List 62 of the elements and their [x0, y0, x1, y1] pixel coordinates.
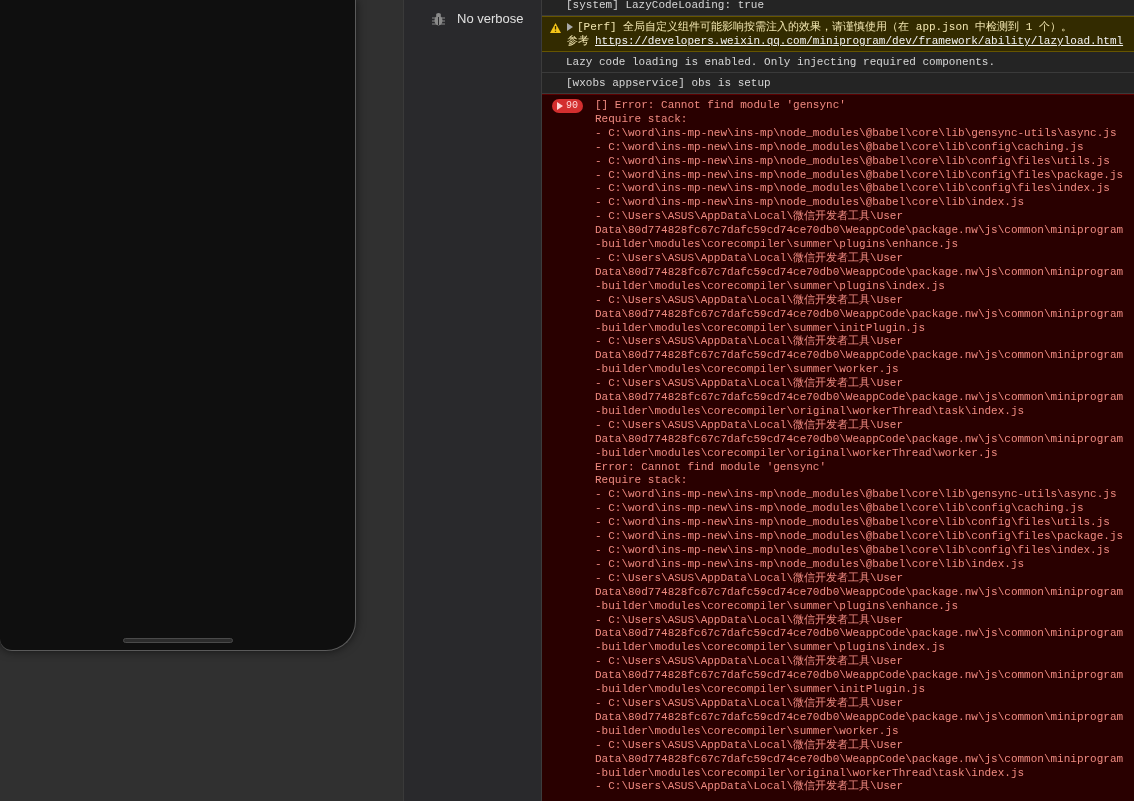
stack-line: - C:\Users\ASUS\AppData\Local\微信开发者工具\User	[595, 696, 905, 711]
stack-line: -builder\modules\corecompiler\summer\initPlugin.js	[595, 321, 927, 335]
stack-line: - C:\Users\ASUS\AppData\Local\微信开发者工具\User	[595, 210, 905, 225]
stack-line: - C:\Users\ASUS\AppData\Local\微信开发者工具\User	[595, 418, 905, 433]
stack-line: - C:\Users\ASUS\AppData\Local\微信开发者工具\User	[595, 613, 905, 628]
stack-line: - C:\word\ins-mp-new\ins-mp\node_modules\@babel\core\lib\index.js	[595, 557, 1026, 572]
stack-line: -builder\modules\corecompiler\original\workerThread\worker.js	[595, 446, 999, 461]
stack-line: -builder\modules\corecompiler\summer\plugins\index.js	[595, 279, 946, 294]
stack-line: Data\80d774828fc67c7dafc59cd74ce70db0\WeappCode\package.nw\js\common\miniprogram	[595, 432, 1124, 447]
stack-line: - C:\word\ins-mp-new\ins-mp\node_modules\@babel\core\lib\config\files\package.js	[595, 168, 1124, 183]
stack-line: Data\80d774828fc67c7dafc59cd74ce70db0\WeappCode\package.nw\js\common\miniprogram	[595, 627, 1124, 642]
stack-line: - C:\Users\ASUS\AppData\Local\微信开发者工具\User	[595, 780, 905, 795]
stack-line: -builder\modules\corecompiler\summer\initPlugin.js	[595, 683, 927, 697]
stack-line: - C:\Users\ASUS\AppData\Local\微信开发者工具\User	[595, 738, 905, 753]
stack-line: - C:\word\ins-mp-new\ins-mp\node_modules\@babel\core\lib\config\files\index.js	[595, 182, 1111, 197]
stack-line: Data\80d774828fc67c7dafc59cd74ce70db0\WeappCode\package.nw\js\common\miniprogram	[595, 752, 1124, 767]
stack-line: -builder\modules\corecompiler\summer\worker.js	[595, 724, 900, 739]
stack-line: -builder\modules\corecompiler\summer\plugins\index.js	[595, 641, 946, 655]
stack-line: Data\80d774828fc67c7dafc59cd74ce70db0\WeappCode\package.nw\js\common\miniprogram	[595, 669, 1124, 684]
stack-line: - C:\word\ins-mp-new\ins-mp\node_modules\@babel\core\lib\config\caching.js	[595, 140, 1085, 155]
stack-line: Error: Cannot find module 'gensync'	[595, 460, 828, 475]
log-message: [system] LazyCodeLoading: true	[566, 0, 765, 11]
warning-message: [Perf] 全局自定义组件可能影响按需注入的效果，请谨慎使用（在 app.json 中检测到 1 个）。	[577, 20, 1073, 34]
stack-line: [] Error: Cannot find module 'gensync'	[595, 99, 847, 113]
stack-line: - C:\Users\ASUS\AppData\Local\微信开发者工具\User	[595, 655, 905, 670]
docs-link[interactable]: https://developers.weixin.qq.com/miniprogram/dev/framework/ability/lazyload.html	[595, 34, 1124, 48]
count-badge[interactable]: 90	[552, 99, 583, 113]
stack-line: Data\80d774828fc67c7dafc59cd74ce70db0\WeappCode\package.nw\js\common\miniprogram	[595, 224, 1124, 239]
stack-line: - C:\Users\ASUS\AppData\Local\微信开发者工具\User	[595, 293, 905, 308]
stack-line: - C:\word\ins-mp-new\ins-mp\node_modules\@babel\core\lib\config\files\index.js	[595, 544, 1111, 558]
stack-line: Data\80d774828fc67c7dafc59cd74ce70db0\WeappCode\package.nw\js\common\miniprogram	[595, 391, 1124, 405]
stack-line: - C:\word\ins-mp-new\ins-mp\node_modules\@babel\core\lib\index.js	[595, 196, 1026, 210]
stack-line: - C:\Users\ASUS\AppData\Local\微信开发者工具\User	[595, 571, 905, 586]
expand-arrow-icon[interactable]	[557, 102, 563, 110]
stack-line: Data\80d774828fc67c7dafc59cd74ce70db0\WeappCode\package.nw\js\common\miniprogram	[595, 265, 1124, 280]
stack-line: - C:\word\ins-mp-new\ins-mp\node_modules\@babel\core\lib\config\files\package.js	[595, 530, 1124, 544]
stack-line: Data\80d774828fc67c7dafc59cd74ce70db0\WeappCode\package.nw\js\common\miniprogram	[595, 585, 1124, 600]
stack-line: Require stack:	[595, 474, 689, 489]
reference-label: 参考	[567, 34, 589, 48]
stack-line: -builder\modules\corecompiler\summer\plugins\enhance.js	[595, 238, 960, 252]
stack-line: Require stack:	[595, 112, 689, 127]
stack-line: - C:\Users\ASUS\AppData\Local\微信开发者工具\User	[595, 251, 905, 266]
sidebar-item[interactable]: No verbose	[432, 9, 541, 29]
stack-line: - C:\Users\ASUS\AppData\Local\微信开发者工具\User	[595, 335, 905, 350]
log-message: Lazy code loading is enabled. Only injecting required components.	[566, 56, 996, 68]
stack-line: - C:\word\ins-mp-new\ins-mp\node_modules\@babel\core\lib\gensync-utils\async.js	[595, 126, 1118, 141]
stack-line: -builder\modules\corecompiler\summer\worker.js	[595, 363, 900, 377]
expand-arrow-icon[interactable]	[567, 23, 573, 31]
stack-line: -builder\modules\corecompiler\summer\plugins\enhance.js	[595, 599, 960, 614]
bug-icon	[432, 11, 445, 26]
stack-line: -builder\modules\corecompiler\original\workerThread\task\index.js	[595, 766, 1026, 780]
stack-line: - C:\word\ins-mp-new\ins-mp\node_modules\@babel\core\lib\config\files\utils.js	[595, 516, 1111, 531]
warning-icon	[550, 23, 561, 33]
stack-line: Data\80d774828fc67c7dafc59cd74ce70db0\WeappCode\package.nw\js\common\miniprogram	[595, 710, 1124, 725]
stack-line: -builder\modules\corecompiler\original\workerThread\task\index.js	[595, 404, 1026, 419]
stack-line: - C:\word\ins-mp-new\ins-mp\node_modules\@babel\core\lib\config\caching.js	[595, 502, 1085, 517]
stack-line: - C:\Users\ASUS\AppData\Local\微信开发者工具\User	[595, 377, 905, 392]
stack-line: - C:\word\ins-mp-new\ins-mp\node_modules\@babel\core\lib\config\files\utils.js	[595, 154, 1111, 169]
stack-line: Data\80d774828fc67c7dafc59cd74ce70db0\WeappCode\package.nw\js\common\miniprogram	[595, 349, 1124, 364]
log-message: [wxobs appservice] obs is setup	[566, 77, 771, 89]
stack-line: - C:\word\ins-mp-new\ins-mp\node_modules\@babel\core\lib\gensync-utils\async.js	[595, 488, 1118, 503]
stack-line: Data\80d774828fc67c7dafc59cd74ce70db0\WeappCode\package.nw\js\common\miniprogram	[595, 307, 1124, 322]
